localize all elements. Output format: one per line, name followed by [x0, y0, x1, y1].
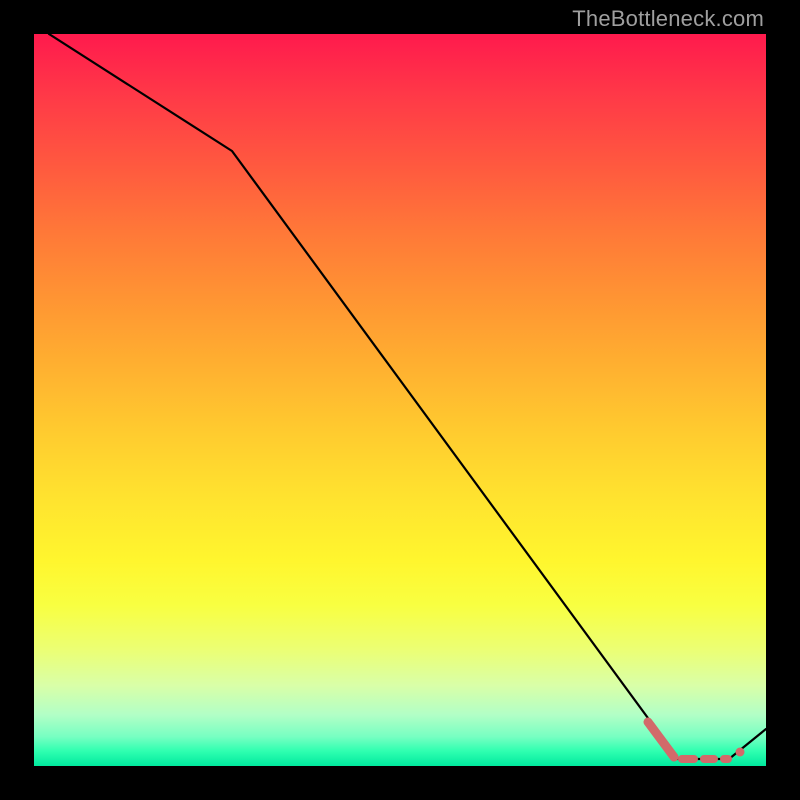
plot-area [34, 34, 766, 766]
chart-frame: TheBottleneck.com [0, 0, 800, 800]
optimal-range-marker [34, 34, 766, 766]
watermark-text: TheBottleneck.com [572, 6, 764, 32]
